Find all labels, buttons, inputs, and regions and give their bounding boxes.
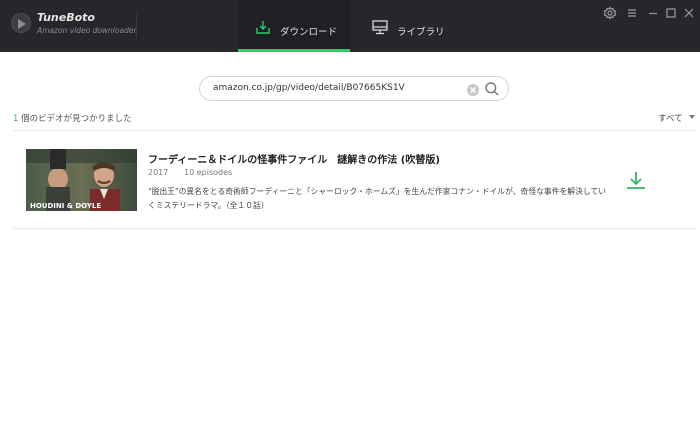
download-tray-icon bbox=[255, 19, 271, 38]
app-subtitle: Amazon video downloader bbox=[37, 26, 137, 35]
search-icon[interactable] bbox=[484, 81, 500, 101]
active-tab-indicator bbox=[238, 49, 350, 52]
video-description: "脱出王"の異名をとる奇術師フーディーニと「シャーロック・ホームズ」を生んだ作家… bbox=[148, 187, 607, 210]
chevron-down-icon[interactable] bbox=[689, 115, 695, 119]
download-button[interactable] bbox=[624, 169, 648, 193]
results-count: 1 個のビデオが見つかりました bbox=[13, 112, 132, 124]
maximize-icon[interactable] bbox=[664, 6, 678, 20]
tab-library-label: ライブラリ bbox=[397, 27, 445, 38]
minimize-icon[interactable] bbox=[646, 6, 660, 20]
menu-icon[interactable] bbox=[625, 6, 639, 20]
monitor-icon bbox=[372, 20, 388, 38]
thumbnail-caption: HOUDINI & DOYLE bbox=[30, 202, 101, 210]
app-name: TuneBoto bbox=[37, 11, 95, 24]
tab-download[interactable]: ダウンロード bbox=[238, 0, 350, 52]
title-bar: TuneBoto Amazon video downloader ダウンロード … bbox=[0, 0, 700, 52]
video-title: フーディーニ＆ドイルの怪事件ファイル 謎解きの作法 (吹替版) bbox=[148, 155, 440, 166]
clear-icon[interactable] bbox=[466, 82, 480, 101]
search-bar[interactable]: amazon.co.jp/gp/video/detail/B07665KS1V bbox=[199, 76, 509, 101]
video-year: 2017 bbox=[148, 168, 169, 177]
search-input[interactable]: amazon.co.jp/gp/video/detail/B07665KS1V bbox=[213, 83, 405, 93]
video-episodes: 10 episodes bbox=[184, 168, 233, 177]
download-icon bbox=[627, 172, 645, 189]
filter-dropdown[interactable]: すべて bbox=[658, 112, 683, 124]
tab-download-label: ダウンロード bbox=[280, 27, 338, 38]
divider bbox=[13, 130, 697, 131]
divider bbox=[13, 228, 697, 229]
video-thumbnail: HOUDINI & DOYLE bbox=[26, 149, 137, 211]
close-icon[interactable] bbox=[682, 6, 696, 20]
gear-icon[interactable] bbox=[603, 6, 617, 20]
tuneboto-logo-icon bbox=[11, 13, 31, 33]
divider bbox=[136, 14, 137, 38]
results-text: 個のビデオが見つかりました bbox=[18, 114, 132, 124]
tab-library[interactable]: ライブラリ bbox=[350, 0, 462, 52]
